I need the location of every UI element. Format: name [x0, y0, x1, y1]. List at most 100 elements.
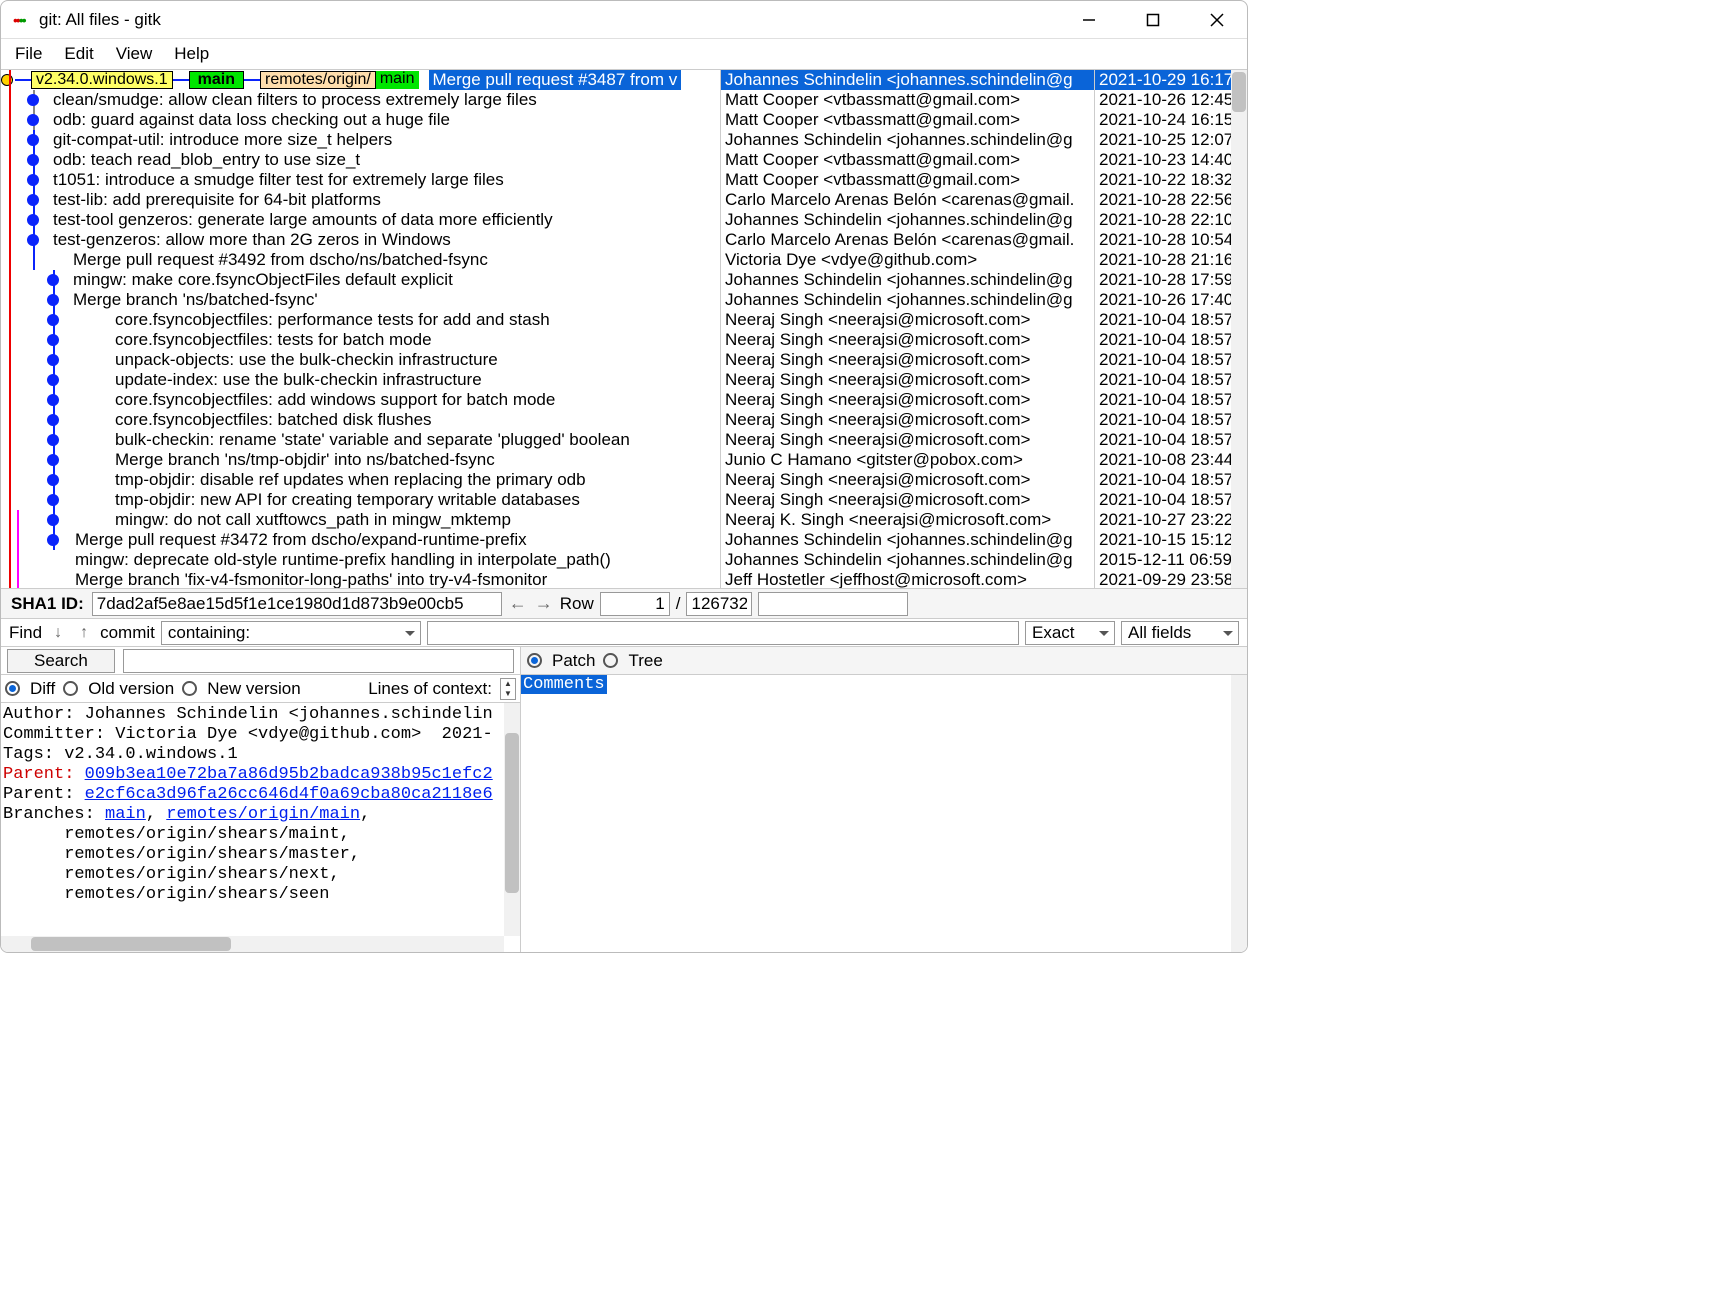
commit-row[interactable]: update-index: use the bulk-checkin infra…	[1, 370, 720, 390]
find-match-select[interactable]: Exact	[1025, 621, 1115, 645]
commit-author: Johannes Schindelin <johannes.schindelin…	[721, 210, 1094, 230]
commit-row[interactable]: test-lib: add prerequisite for 64-bit pl…	[1, 190, 720, 210]
commit-author: Matt Cooper <vtbassmatt@gmail.com>	[721, 90, 1094, 110]
commit-row[interactable]: tmp-objdir: new API for creating tempora…	[1, 490, 720, 510]
diff-pane: Search Diff Old version New version Line…	[1, 647, 521, 952]
menu-view[interactable]: View	[116, 44, 153, 64]
commit-row[interactable]: v2.34.0.windows.1mainremotes/origin/main…	[1, 70, 720, 90]
sha-row: SHA1 ID: ← → Row /	[1, 589, 1247, 619]
file-list-scrollbar[interactable]	[1231, 675, 1247, 952]
commit-row[interactable]: unpack-objects: use the bulk-checkin inf…	[1, 350, 720, 370]
commit-date: 2021-10-04 18:57	[1095, 350, 1233, 370]
search-button[interactable]: Search	[7, 649, 115, 673]
commit-author: Victoria Dye <vdye@github.com>	[721, 250, 1094, 270]
branch-main-link[interactable]: main	[105, 805, 146, 824]
commit-author: Jeff Hostetler <jeffhost@microsoft.com>	[721, 570, 1094, 589]
maximize-button[interactable]	[1135, 13, 1171, 27]
search-input[interactable]	[123, 649, 514, 673]
tree-radio[interactable]	[603, 653, 618, 668]
comments-label: Comments	[521, 675, 607, 694]
commit-row[interactable]: mingw: do not call xutftowcs_path in min…	[1, 510, 720, 530]
commit-author: Neeraj Singh <neerajsi@microsoft.com>	[721, 310, 1094, 330]
patch-tree-row: Patch Tree	[521, 647, 1247, 675]
find-prev-button[interactable]: ↑	[74, 624, 94, 642]
diff-radio[interactable]	[5, 681, 20, 696]
commit-date: 2021-10-28 21:16	[1095, 250, 1233, 270]
row-total	[686, 592, 752, 616]
commit-row[interactable]: mingw: deprecate old-style runtime-prefi…	[1, 550, 720, 570]
commit-date: 2021-10-29 16:17	[1095, 70, 1233, 90]
parent2-link[interactable]: e2cf6ca3d96fa26cc646d4f0a69cba80ca2118e6	[85, 785, 493, 804]
window-title: git: All files - gitk	[39, 10, 1071, 30]
commit-date: 2021-10-26 17:40	[1095, 290, 1233, 310]
nav-forward-button[interactable]: →	[534, 593, 554, 614]
commit-row[interactable]: Merge branch 'fix-v4-fsmonitor-long-path…	[1, 570, 720, 589]
window-controls	[1071, 13, 1235, 27]
oldversion-radio[interactable]	[63, 681, 78, 696]
row-current-input[interactable]	[600, 592, 670, 616]
newversion-radio[interactable]	[182, 681, 197, 696]
diff-scrollbar-v[interactable]	[504, 703, 520, 936]
close-button[interactable]	[1199, 13, 1235, 27]
menu-file[interactable]: File	[15, 44, 42, 64]
commit-row[interactable]: Merge pull request #3492 from dscho/ns/b…	[1, 250, 720, 270]
commit-row[interactable]: Merge branch 'ns/batched-fsync'	[1, 290, 720, 310]
commit-row[interactable]: Merge pull request #3472 from dscho/expa…	[1, 530, 720, 550]
diff-options-row: Diff Old version New version Lines of co…	[1, 675, 520, 703]
tree-pane: Patch Tree Comments	[521, 647, 1247, 952]
commit-list[interactable]: v2.34.0.windows.1mainremotes/origin/main…	[1, 69, 1247, 589]
commit-date: 2021-10-04 18:57	[1095, 470, 1233, 490]
commit-date: 2021-10-04 18:57	[1095, 370, 1233, 390]
commit-row[interactable]: test-genzeros: allow more than 2G zeros …	[1, 230, 720, 250]
find-input[interactable]	[427, 621, 1019, 645]
find-next-button[interactable]: ↓	[48, 624, 68, 642]
commit-author: Junio C Hamano <gitster@pobox.com>	[721, 450, 1094, 470]
commit-row[interactable]: clean/smudge: allow clean filters to pro…	[1, 90, 720, 110]
commit-row[interactable]: mingw: make core.fsyncObjectFiles defaul…	[1, 270, 720, 290]
commit-scrollbar[interactable]	[1231, 70, 1247, 588]
menu-edit[interactable]: Edit	[64, 44, 93, 64]
commit-author: Neeraj Singh <neerajsi@microsoft.com>	[721, 490, 1094, 510]
commit-date: 2021-10-28 22:56	[1095, 190, 1233, 210]
commit-row[interactable]: test-tool genzeros: generate large amoun…	[1, 210, 720, 230]
commit-row[interactable]: git-compat-util: introduce more size_t h…	[1, 130, 720, 150]
commit-row[interactable]: Merge branch 'ns/tmp-objdir' into ns/bat…	[1, 450, 720, 470]
commit-date: 2021-10-22 18:32	[1095, 170, 1233, 190]
patch-radio[interactable]	[527, 653, 542, 668]
commit-row[interactable]: odb: teach read_blob_entry to use size_t	[1, 150, 720, 170]
commit-row[interactable]: tmp-objdir: disable ref updates when rep…	[1, 470, 720, 490]
find-type-select[interactable]: containing:	[161, 621, 421, 645]
parent1-link[interactable]: 009b3ea10e72ba7a86d95b2badca938b95c1efc2	[85, 765, 493, 784]
commit-row[interactable]: bulk-checkin: rename 'state' variable an…	[1, 430, 720, 450]
find-fields-select[interactable]: All fields	[1121, 621, 1239, 645]
commit-author: Neeraj Singh <neerajsi@microsoft.com>	[721, 370, 1094, 390]
minimize-button[interactable]	[1071, 13, 1107, 27]
row-label: Row	[560, 594, 594, 614]
menu-help[interactable]: Help	[174, 44, 209, 64]
app-window: •••• git: All files - gitk File Edit Vie…	[0, 0, 1248, 953]
diff-scrollbar-h[interactable]	[1, 936, 504, 952]
commit-row[interactable]: core.fsyncobjectfiles: add windows suppo…	[1, 390, 720, 410]
menubar: File Edit View Help	[1, 39, 1247, 69]
commit-author: Neeraj K. Singh <neerajsi@microsoft.com>	[721, 510, 1094, 530]
sha-label: SHA1 ID:	[11, 594, 84, 614]
commit-date: 2021-10-28 22:10	[1095, 210, 1233, 230]
commit-row[interactable]: core.fsyncobjectfiles: batched disk flus…	[1, 410, 720, 430]
lines-of-context-spinner[interactable]: ▲▼	[500, 678, 516, 700]
commit-row[interactable]: core.fsyncobjectfiles: performance tests…	[1, 310, 720, 330]
commit-row[interactable]: t1051: introduce a smudge filter test fo…	[1, 170, 720, 190]
file-list[interactable]: Comments	[521, 675, 1247, 952]
branch-remote-link[interactable]: remotes/origin/main	[166, 805, 360, 824]
commit-date: 2021-10-24 16:15	[1095, 110, 1233, 130]
commit-date: 2021-09-29 23:58	[1095, 570, 1233, 589]
nav-back-button[interactable]: ←	[508, 593, 528, 614]
sha-input[interactable]	[92, 592, 502, 616]
commit-date: 2021-10-28 17:59	[1095, 270, 1233, 290]
commit-date: 2021-10-28 10:54	[1095, 230, 1233, 250]
commit-row[interactable]: odb: guard against data loss checking ou…	[1, 110, 720, 130]
commit-date: 2021-10-04 18:57	[1095, 490, 1233, 510]
commit-author: Carlo Marcelo Arenas Belón <carenas@gmai…	[721, 230, 1094, 250]
diff-text[interactable]: Author: Johannes Schindelin <johannes.sc…	[1, 703, 520, 952]
commit-author: Matt Cooper <vtbassmatt@gmail.com>	[721, 110, 1094, 130]
commit-row[interactable]: core.fsyncobjectfiles: tests for batch m…	[1, 330, 720, 350]
